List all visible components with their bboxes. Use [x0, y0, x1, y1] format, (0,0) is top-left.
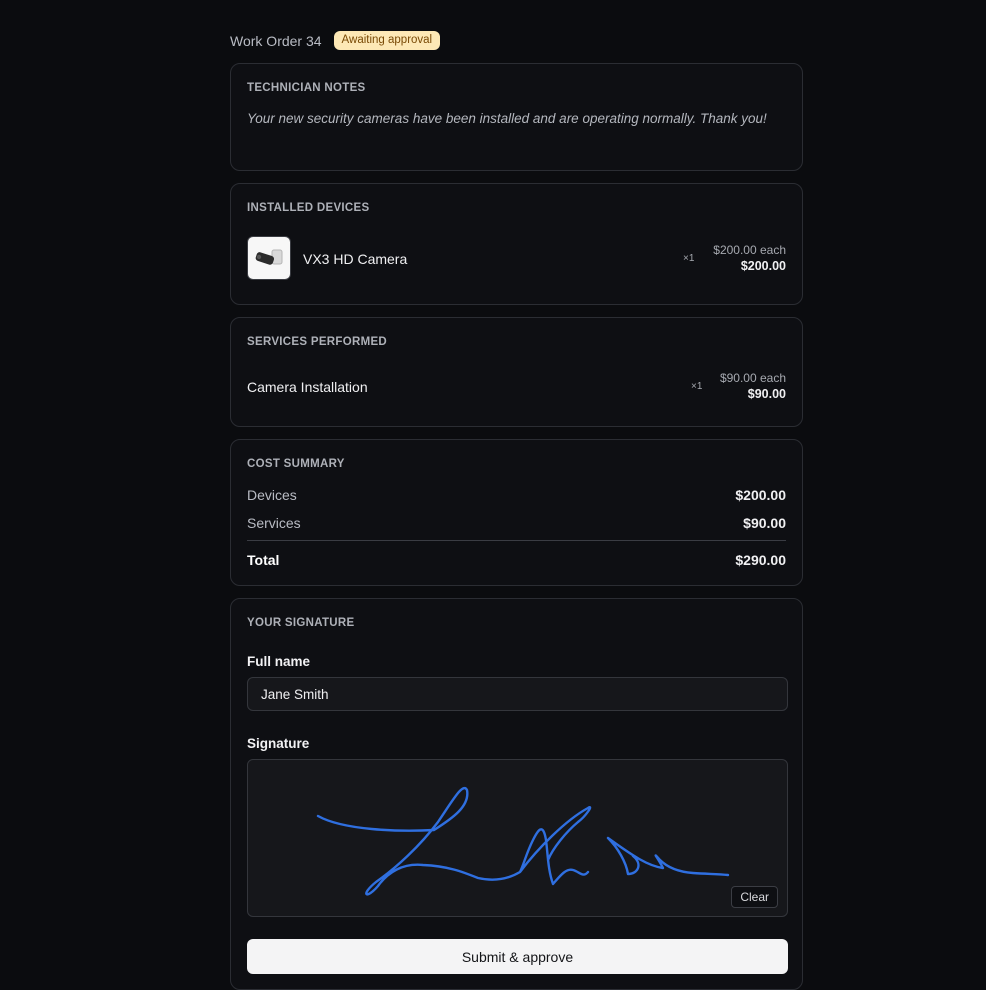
installed-devices-heading: INSTALLED DEVICES — [247, 202, 370, 214]
devices-cost-value: $200.00 — [735, 487, 786, 503]
devices-cost-label: Devices — [247, 487, 297, 503]
cost-summary-heading: COST SUMMARY — [247, 458, 345, 470]
full-name-input[interactable] — [247, 677, 788, 711]
summary-divider — [247, 540, 786, 541]
service-name: Camera Installation — [247, 379, 368, 395]
signature-pad[interactable]: Clear — [247, 759, 788, 917]
services-performed-heading: SERVICES PERFORMED — [247, 336, 388, 348]
full-name-label: Full name — [247, 654, 311, 669]
service-qty: ×1 — [691, 381, 703, 392]
status-badge: Awaiting approval — [333, 31, 441, 50]
installed-devices-card: INSTALLED DEVICES VX3 HD Camera ×1 $200.… — [230, 183, 803, 305]
total-cost-value: $290.00 — [735, 552, 786, 568]
technician-notes-heading: TECHNICIAN NOTES — [247, 82, 366, 94]
cost-summary-card: COST SUMMARY Devices $200.00 Services $9… — [230, 439, 803, 586]
technician-notes-text: Your new security cameras have been inst… — [247, 111, 767, 126]
signature-stroke — [316, 786, 730, 896]
services-performed-card: SERVICES PERFORMED Camera Installation ×… — [230, 317, 803, 427]
work-order-title: Work Order 34 — [230, 32, 322, 49]
service-price-total: $90.00 — [747, 387, 786, 401]
page-header: Work Order 34 Awaiting approval — [230, 31, 441, 50]
device-qty: ×1 — [683, 253, 695, 264]
signature-card: YOUR SIGNATURE Full name Signature Clear… — [230, 598, 803, 990]
submit-approve-button[interactable]: Submit & approve — [247, 939, 788, 974]
signature-heading: YOUR SIGNATURE — [247, 617, 355, 629]
camera-thumbnail-icon — [247, 236, 291, 280]
total-cost-label: Total — [247, 552, 280, 568]
signature-label: Signature — [247, 736, 310, 751]
services-cost-value: $90.00 — [743, 515, 786, 531]
service-price-each: $90.00 each — [719, 371, 786, 385]
device-name: VX3 HD Camera — [303, 251, 408, 267]
device-price-total: $200.00 — [740, 259, 786, 273]
clear-signature-button[interactable]: Clear — [731, 886, 778, 908]
device-price-each: $200.00 each — [713, 243, 786, 257]
technician-notes-card: TECHNICIAN NOTES Your new security camer… — [230, 63, 803, 171]
services-cost-label: Services — [247, 515, 301, 531]
